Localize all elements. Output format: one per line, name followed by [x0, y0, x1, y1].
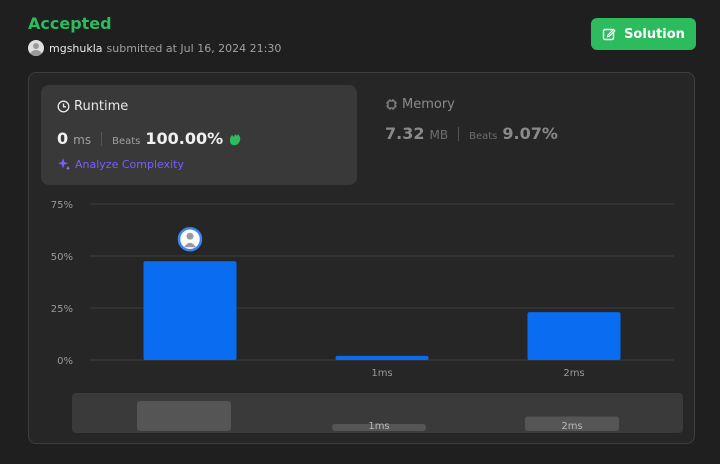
solution-button[interactable]: Solution	[591, 18, 696, 50]
x-tick-label: 2ms	[563, 368, 584, 379]
y-tick-label: 75%	[51, 200, 73, 211]
runtime-distribution-chart[interactable]: 75% 50% 25% 0% 1ms 2ms 1ms 2ms	[29, 73, 694, 443]
minimap-bar	[137, 401, 231, 431]
avatar-head-icon	[186, 232, 194, 240]
y-tick-label: 25%	[51, 304, 73, 315]
edit-icon	[602, 28, 616, 41]
y-tick-label: 50%	[51, 252, 73, 263]
chart-bar[interactable]	[527, 312, 621, 360]
submitted-time: submitted at Jul 16, 2024 21:30	[106, 41, 282, 55]
y-tick-label: 0%	[57, 356, 73, 367]
result-panel: Runtime 0 ms Beats 100.00% Analyze Compl…	[28, 72, 695, 444]
chart-bar[interactable]	[143, 261, 237, 360]
x-tick-label: 1ms	[371, 368, 392, 379]
username[interactable]: mgshukla	[49, 42, 103, 55]
minimap-label: 2ms	[561, 421, 582, 432]
submission-info: mgshukla submitted at Jul 16, 2024 21:30	[28, 40, 281, 56]
minimap-label: 1ms	[368, 421, 389, 432]
solution-button-label: Solution	[624, 26, 685, 42]
user-avatar-icon[interactable]	[28, 40, 44, 56]
chart-bar[interactable]	[335, 355, 429, 360]
submission-status: Accepted	[28, 14, 112, 33]
